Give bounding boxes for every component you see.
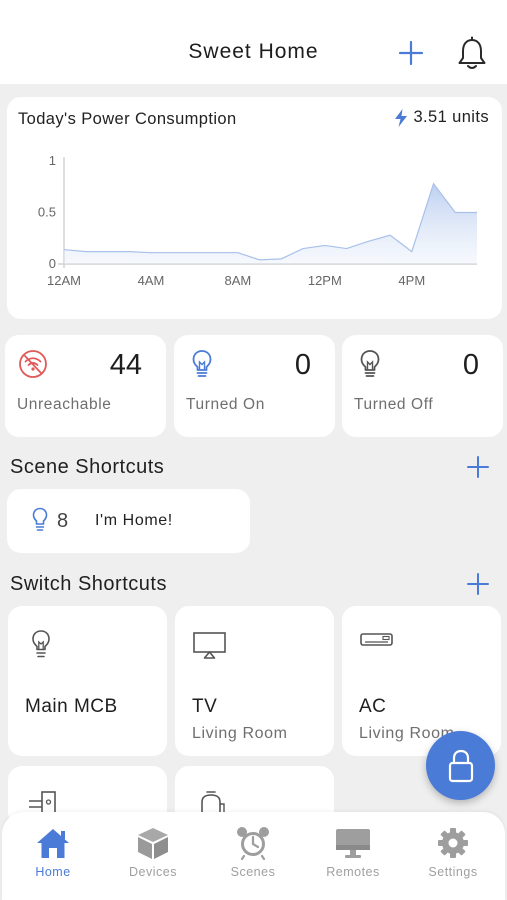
nav-settings[interactable]: Settings xyxy=(403,826,503,896)
notifications-button[interactable] xyxy=(455,36,489,72)
plus-icon xyxy=(467,456,489,478)
plus-icon xyxy=(467,573,489,595)
home-icon xyxy=(37,829,69,858)
chart-x-tick-label: 12PM xyxy=(308,273,342,288)
nav-label: Remotes xyxy=(326,865,380,879)
nav-label: Settings xyxy=(428,865,478,879)
switch-name: AC xyxy=(359,696,387,717)
scene-shortcuts-title: Scene Shortcuts xyxy=(10,456,165,478)
ac-icon xyxy=(360,633,393,646)
stat-label: Turned On xyxy=(186,396,265,413)
scene-name: I'm Home! xyxy=(95,512,173,529)
chart-x-tick-label: 12AM xyxy=(47,273,81,288)
nav-home[interactable]: Home xyxy=(3,826,103,896)
switch-card-main-mcb[interactable]: Main MCB xyxy=(8,606,167,756)
stat-value: 44 xyxy=(109,349,142,381)
switch-name: TV xyxy=(192,696,218,717)
bulb-off-icon xyxy=(360,350,380,377)
chart-x-tick-label: 4PM xyxy=(398,273,425,288)
chart-y-tick-label: 1 xyxy=(49,153,56,168)
stat-label: Turned Off xyxy=(354,396,434,413)
add-scene-button[interactable] xyxy=(466,455,490,479)
plus-icon xyxy=(398,40,424,66)
switch-shortcuts-title: Switch Shortcuts xyxy=(10,573,167,595)
monitor-icon xyxy=(336,829,370,858)
chart-y-tick-label: 0 xyxy=(49,256,56,271)
app-header: Sweet Home xyxy=(0,0,507,84)
scene-device-count: 8 xyxy=(57,510,69,532)
power-chart: 0 0.5 1 12AM 4AM 8AM 12PM 4PM xyxy=(38,153,477,288)
scene-shortcut-card[interactable]: 8 I'm Home! xyxy=(7,489,250,553)
nav-label: Devices xyxy=(129,865,177,879)
switch-room: Living Room xyxy=(192,725,288,742)
chart-y-tick-label: 0.5 xyxy=(38,205,56,220)
switch-card-ac[interactable]: AC Living Room xyxy=(342,606,501,756)
wifi-off-icon xyxy=(19,350,47,378)
page-title: Sweet Home xyxy=(188,40,319,63)
stat-value: 0 xyxy=(462,349,479,381)
cube-icon xyxy=(138,828,168,859)
nav-label: Home xyxy=(35,865,71,879)
bulb-icon xyxy=(32,507,48,531)
lock-icon xyxy=(448,749,473,782)
bottom-nav: Home Devices Scenes Remotes Settings xyxy=(2,812,505,900)
power-consumption-card[interactable]: Today's Power Consumption 3.51 units 0 0.… xyxy=(7,97,502,319)
stat-value: 0 xyxy=(294,349,311,381)
switch-name: Main MCB xyxy=(25,696,118,717)
stat-label: Unreachable xyxy=(17,396,112,413)
bulb-on-icon xyxy=(192,350,212,377)
nav-devices[interactable]: Devices xyxy=(103,826,203,896)
switch-card-tv[interactable]: TV Living Room xyxy=(175,606,334,756)
nav-label: Scenes xyxy=(230,865,276,879)
stat-card-turned-on[interactable]: 0 Turned On xyxy=(174,335,335,437)
chart-x-tick-label: 4AM xyxy=(138,273,165,288)
add-button[interactable] xyxy=(396,38,426,68)
bell-icon xyxy=(458,36,486,69)
bulb-icon xyxy=(32,630,50,658)
stat-card-turned-off[interactable]: 0 Turned Off xyxy=(342,335,503,437)
add-switch-button[interactable] xyxy=(466,572,490,596)
tv-icon xyxy=(193,632,226,659)
lock-button[interactable] xyxy=(426,731,495,800)
alarm-clock-icon xyxy=(237,827,269,860)
gear-icon xyxy=(438,828,468,858)
chart-x-tick-label: 8AM xyxy=(225,273,252,288)
nav-scenes[interactable]: Scenes xyxy=(203,826,303,896)
stat-card-unreachable[interactable]: 44 Unreachable xyxy=(5,335,166,437)
nav-remotes[interactable]: Remotes xyxy=(303,826,403,896)
